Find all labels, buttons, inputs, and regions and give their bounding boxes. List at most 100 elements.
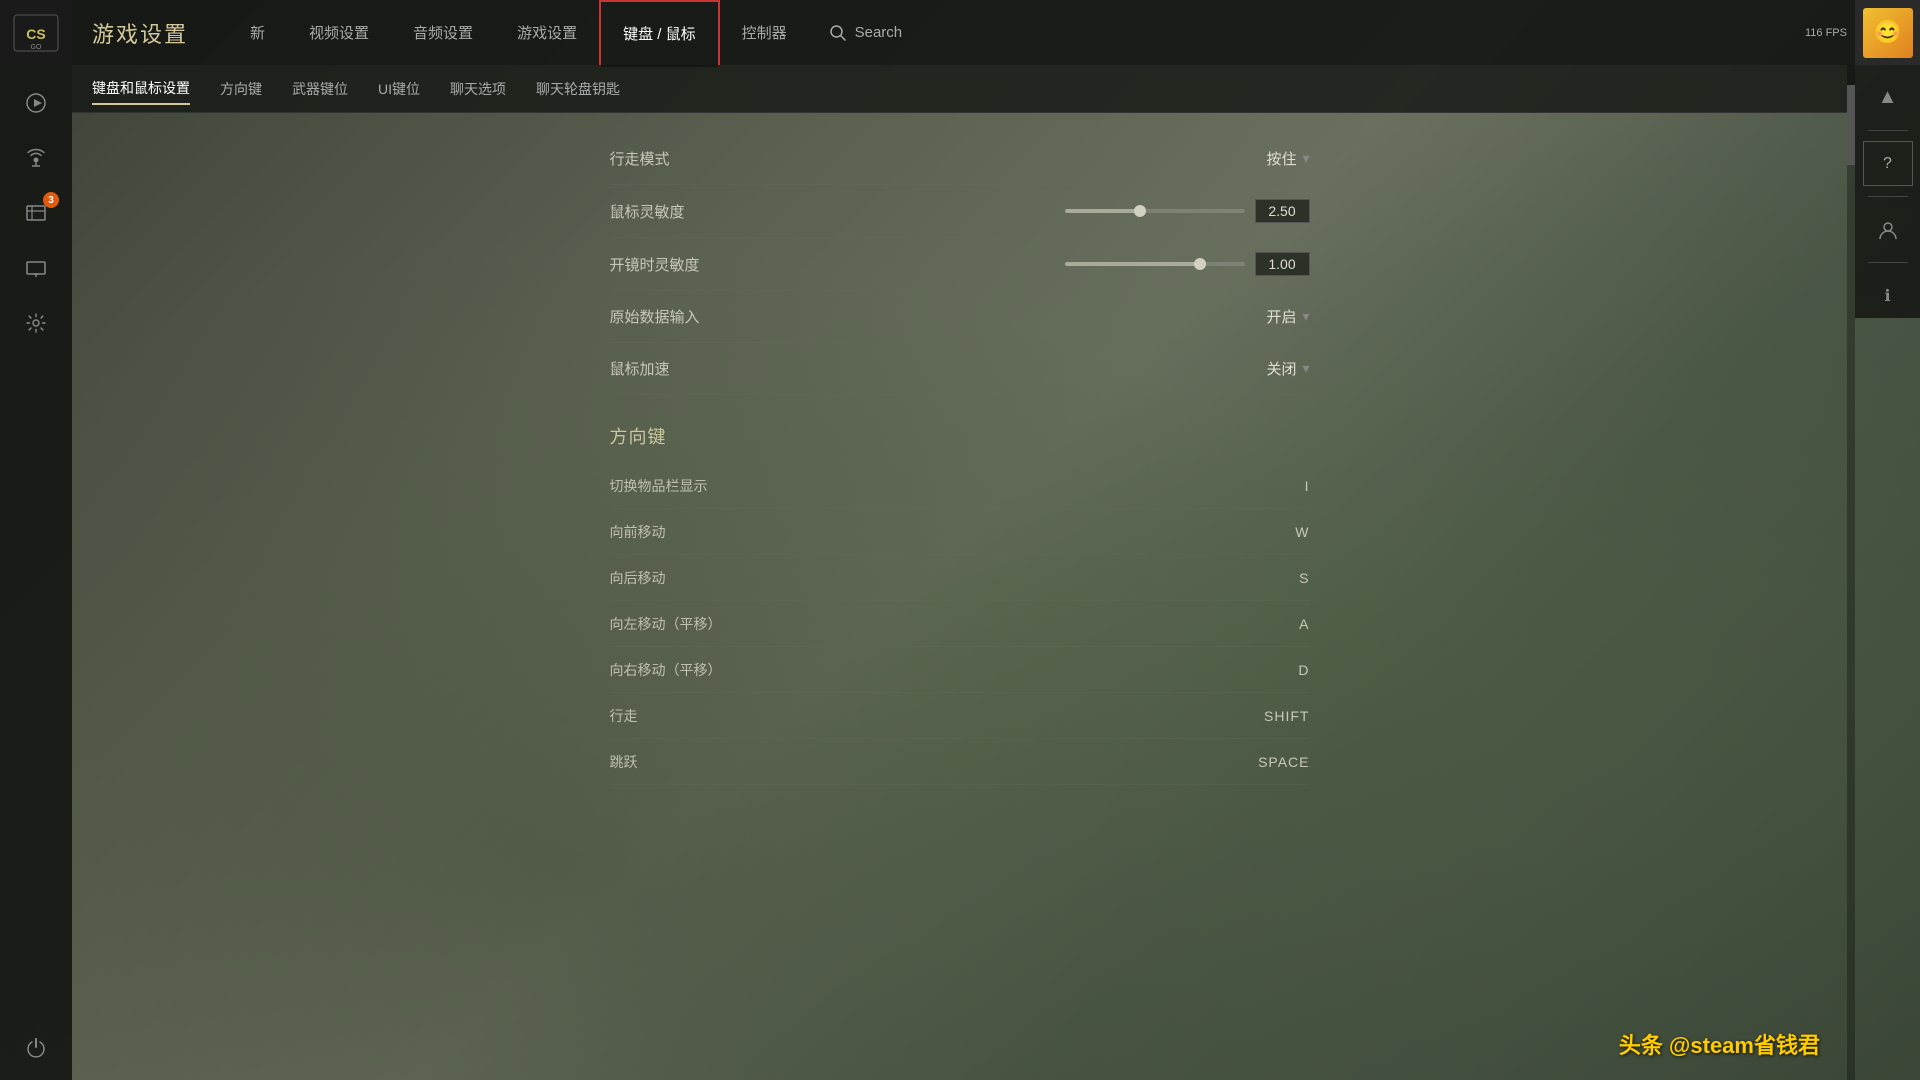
keybind-jump: 跳跃 SPACE bbox=[610, 739, 1310, 785]
walk-mode-arrow: ▾ bbox=[1302, 150, 1309, 167]
move-left-key[interactable]: A bbox=[1230, 616, 1310, 632]
zoom-sensitivity-track[interactable] bbox=[1065, 262, 1245, 266]
keybind-toggle-inventory: 切换物品栏显示 I bbox=[610, 463, 1310, 509]
zoom-sensitivity-thumb[interactable] bbox=[1194, 258, 1206, 270]
keybind-walk: 行走 SHIFT bbox=[610, 693, 1310, 739]
jump-key[interactable]: SPACE bbox=[1230, 754, 1310, 770]
svg-text:CS: CS bbox=[26, 26, 45, 42]
question-icon[interactable]: ? bbox=[1863, 141, 1913, 186]
inventory-badge: 3 bbox=[43, 192, 59, 208]
mouse-sensitivity-label: 鼠标灵敏度 bbox=[610, 201, 1065, 222]
sub-nav: 键盘和鼠标设置 方向键 武器键位 UI键位 聊天选项 聊天轮盘钥匙 bbox=[72, 65, 1855, 113]
svg-text:GO: GO bbox=[31, 44, 42, 51]
directional-header: 方向键 bbox=[610, 395, 1310, 463]
nav-tab-new[interactable]: 新 bbox=[228, 0, 287, 65]
walk-mode-value: 按住 bbox=[1246, 148, 1296, 169]
watermark-suffix: 省钱君 bbox=[1754, 1033, 1820, 1058]
chevron-up-icon[interactable]: ▲ bbox=[1863, 75, 1913, 120]
move-right-key[interactable]: D bbox=[1230, 662, 1310, 678]
avatar[interactable]: 😊 bbox=[1855, 0, 1920, 65]
subnav-keyboard-mouse[interactable]: 键盘和鼠标设置 bbox=[92, 73, 190, 105]
jump-label: 跳跃 bbox=[610, 752, 1230, 772]
mouse-sensitivity-value[interactable]: 2.50 bbox=[1255, 199, 1310, 223]
setting-raw-input: 原始数据输入 开启 ▾ bbox=[610, 291, 1310, 343]
subnav-chat-options[interactable]: 聊天选项 bbox=[450, 74, 506, 104]
keybind-move-forward: 向前移动 W bbox=[610, 509, 1310, 555]
mouse-sensitivity-control: 2.50 bbox=[1065, 199, 1310, 223]
avatar-image: 😊 bbox=[1863, 8, 1913, 58]
nav-tab-video[interactable]: 视频设置 bbox=[287, 0, 391, 65]
setting-zoom-sensitivity: 开镜时灵敏度 1.00 bbox=[610, 238, 1310, 291]
keybind-move-backward: 向后移动 S bbox=[610, 555, 1310, 601]
raw-input-label: 原始数据输入 bbox=[610, 306, 1247, 327]
keybind-move-right: 向右移动（平移） D bbox=[610, 647, 1310, 693]
subnav-ui-keys[interactable]: UI键位 bbox=[378, 74, 420, 104]
subnav-directional[interactable]: 方向键 bbox=[220, 74, 262, 104]
move-left-label: 向左移动（平移） bbox=[610, 614, 1230, 634]
divider2 bbox=[1868, 196, 1908, 197]
search-label: Search bbox=[855, 24, 903, 41]
move-backward-key[interactable]: S bbox=[1230, 570, 1310, 586]
zoom-sensitivity-fill bbox=[1065, 262, 1200, 266]
divider bbox=[1868, 130, 1908, 131]
keybind-move-left: 向左移动（平移） A bbox=[610, 601, 1310, 647]
nav-tabs: 新 视频设置 音频设置 游戏设置 键盘 / 鼠标 控制器 bbox=[228, 0, 809, 65]
divider3 bbox=[1868, 262, 1908, 263]
right-panel: ▲ ? ℹ bbox=[1855, 65, 1920, 318]
page-title: 游戏设置 bbox=[92, 17, 188, 49]
search-area[interactable]: Search bbox=[829, 24, 903, 42]
nav-tab-keyboard[interactable]: 键盘 / 鼠标 bbox=[599, 0, 720, 65]
search-icon bbox=[829, 24, 847, 42]
mouse-accel-value: 关闭 bbox=[1246, 358, 1296, 379]
topbar: CS GO 游戏设置 新 视频设置 音频设置 游戏设置 键盘 / 鼠标 控制器 … bbox=[0, 0, 1920, 65]
walk-mode-control[interactable]: 按住 ▾ bbox=[1246, 148, 1309, 169]
topbar-right: 116 FPS 😊 bbox=[1797, 0, 1920, 65]
zoom-sensitivity-value[interactable]: 1.00 bbox=[1255, 252, 1310, 276]
watermark: 头条 @steam省钱君 bbox=[1619, 1028, 1820, 1060]
fps-counter: 116 FPS bbox=[1797, 27, 1855, 39]
watermark-prefix: 头条 @steam bbox=[1619, 1033, 1754, 1058]
setting-mouse-sensitivity: 鼠标灵敏度 2.50 bbox=[610, 185, 1310, 238]
mouse-sensitivity-track[interactable] bbox=[1065, 209, 1245, 213]
raw-input-control[interactable]: 开启 ▾ bbox=[1246, 306, 1309, 327]
move-backward-label: 向后移动 bbox=[610, 568, 1230, 588]
subnav-chat-wheel[interactable]: 聊天轮盘钥匙 bbox=[536, 74, 620, 104]
mouse-accel-arrow: ▾ bbox=[1302, 360, 1309, 377]
walk-label: 行走 bbox=[610, 706, 1230, 726]
toggle-inventory-key[interactable]: I bbox=[1230, 478, 1310, 494]
move-forward-label: 向前移动 bbox=[610, 522, 1230, 542]
walk-key[interactable]: SHIFT bbox=[1230, 708, 1310, 724]
zoom-sensitivity-label: 开镜时灵敏度 bbox=[610, 254, 1065, 275]
sidebar-settings-icon[interactable] bbox=[11, 300, 61, 345]
left-sidebar: 3 bbox=[0, 65, 72, 1080]
mouse-accel-control[interactable]: 关闭 ▾ bbox=[1246, 358, 1309, 379]
info-icon[interactable]: ℹ bbox=[1863, 273, 1913, 318]
sidebar-broadcast-icon[interactable] bbox=[11, 135, 61, 180]
settings-section: 行走模式 按住 ▾ 鼠标灵敏度 2.50 开镜时灵敏度 bbox=[610, 133, 1310, 785]
zoom-sensitivity-control: 1.00 bbox=[1065, 252, 1310, 276]
main-content: 行走模式 按住 ▾ 鼠标灵敏度 2.50 开镜时灵敏度 bbox=[72, 113, 1847, 1080]
raw-input-value: 开启 bbox=[1246, 306, 1296, 327]
setting-walk-mode: 行走模式 按住 ▾ bbox=[610, 133, 1310, 185]
scrollbar-thumb[interactable] bbox=[1847, 85, 1855, 165]
nav-tab-controller[interactable]: 控制器 bbox=[720, 0, 809, 65]
subnav-weapon-keys[interactable]: 武器键位 bbox=[292, 74, 348, 104]
sidebar-power-icon[interactable] bbox=[11, 1025, 61, 1070]
person-icon[interactable] bbox=[1863, 207, 1913, 252]
csgo-logo[interactable]: CS GO bbox=[0, 0, 72, 65]
nav-tab-game[interactable]: 游戏设置 bbox=[495, 0, 599, 65]
sidebar-inventory-icon[interactable]: 3 bbox=[11, 190, 61, 235]
mouse-sensitivity-fill bbox=[1065, 209, 1141, 213]
toggle-inventory-label: 切换物品栏显示 bbox=[610, 476, 1230, 496]
sidebar-play-icon[interactable] bbox=[11, 80, 61, 125]
setting-mouse-accel: 鼠标加速 关闭 ▾ bbox=[610, 343, 1310, 395]
sidebar-tv-icon[interactable] bbox=[11, 245, 61, 290]
mouse-accel-label: 鼠标加速 bbox=[610, 358, 1247, 379]
walk-mode-label: 行走模式 bbox=[610, 148, 1247, 169]
raw-input-arrow: ▾ bbox=[1302, 308, 1309, 325]
move-forward-key[interactable]: W bbox=[1230, 524, 1310, 540]
nav-tab-audio[interactable]: 音频设置 bbox=[391, 0, 495, 65]
mouse-sensitivity-thumb[interactable] bbox=[1134, 205, 1146, 217]
scrollbar[interactable] bbox=[1847, 65, 1855, 1080]
move-right-label: 向右移动（平移） bbox=[610, 660, 1230, 680]
